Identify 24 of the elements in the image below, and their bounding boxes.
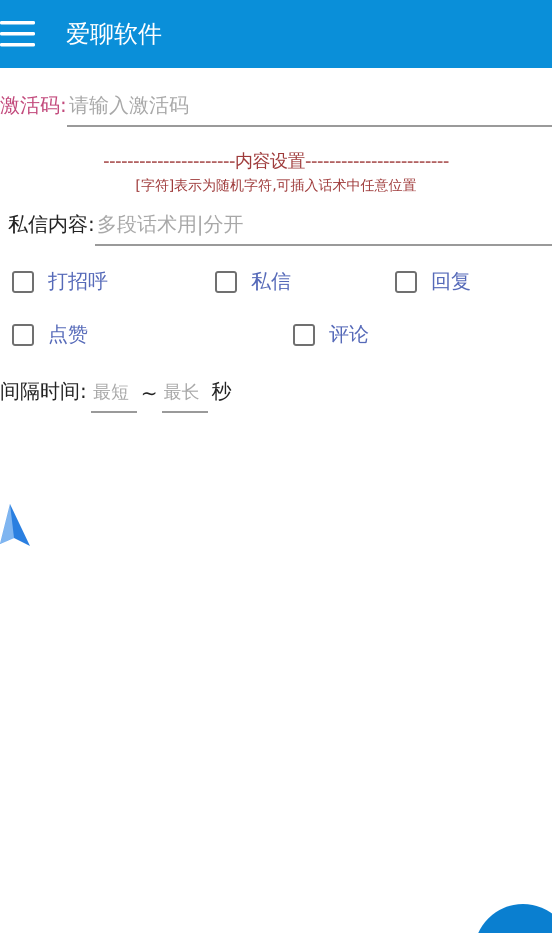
checkbox-label[interactable]: 打招呼 <box>48 268 108 295</box>
checkbox-label[interactable]: 回复 <box>431 268 471 295</box>
checkbox-label[interactable]: 评论 <box>329 321 369 348</box>
checkbox[interactable] <box>395 270 417 292</box>
section-heading: ----------------------内容设置------------------------ <box>102 150 450 173</box>
navigation-arrow-icon <box>0 504 30 548</box>
section-hint: [字符]表示为随机字符,可插入话术中任意位置 <box>134 177 418 195</box>
checkbox[interactable] <box>215 270 237 292</box>
checkbox-label[interactable]: 私信 <box>251 268 291 295</box>
message-label: 私信内容: <box>8 211 95 238</box>
checkbox[interactable] <box>293 324 315 346</box>
checkbox[interactable] <box>12 270 34 292</box>
interval-label: 间隔时间: <box>0 378 87 405</box>
max-interval-field[interactable]: 最长 <box>162 382 208 413</box>
checkbox-label[interactable]: 点赞 <box>48 321 88 348</box>
min-interval-field[interactable]: 最短 <box>90 382 137 413</box>
unit-label: 秒 <box>212 378 232 405</box>
activation-code-field[interactable]: 请输入激活码 <box>66 93 552 127</box>
range-separator: ~ <box>140 381 158 407</box>
app-title: 爱聊软件 <box>66 19 162 50</box>
activation-label: 激活码: <box>0 92 67 119</box>
message-content-field[interactable]: 多段话术用|分开 <box>94 212 552 246</box>
menu-icon[interactable] <box>0 19 36 49</box>
checkbox[interactable] <box>12 324 34 346</box>
